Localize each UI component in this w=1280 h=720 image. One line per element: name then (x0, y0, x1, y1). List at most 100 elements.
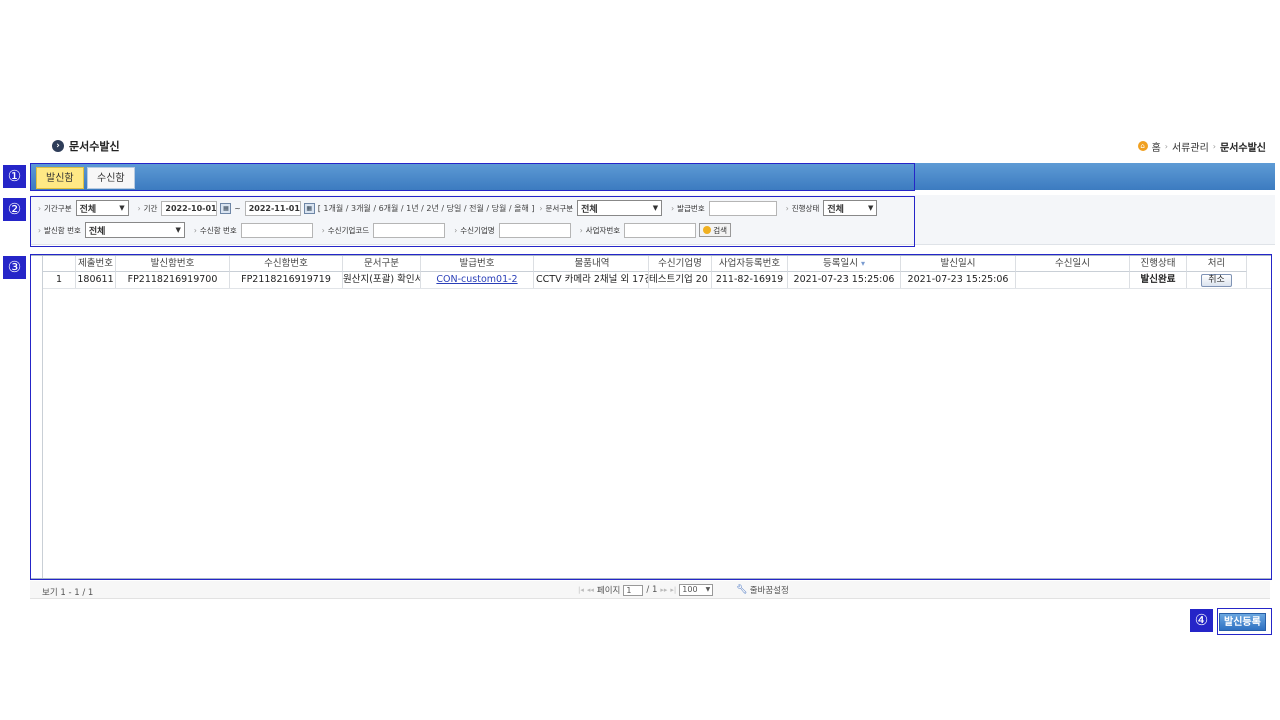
receiver-name-label: 수신기업명 (454, 225, 495, 236)
doc-type-select[interactable]: 전체 ▼ (577, 200, 663, 216)
annotation-marker-4: ④ (1190, 609, 1213, 632)
page-header: › 문서수발신 (52, 138, 120, 154)
sender-box-value: 전체 (88, 226, 106, 237)
last-page-icon[interactable]: ▸| (670, 586, 676, 594)
page-size-value: 100 (682, 585, 698, 594)
column-setting-link[interactable]: 🔧︎ 줄바꿈설정 (736, 584, 789, 596)
chevron-down-icon: ▼ (652, 204, 659, 212)
breadcrumb-section[interactable]: 서류관리 (1172, 139, 1209, 154)
calendar-icon[interactable]: ▦ (303, 202, 315, 214)
grid-header: 제출번호 발신함번호 수신함번호 문서구분 발급번호 물품내역 수신기업명 사업… (43, 256, 1271, 272)
first-page-icon[interactable]: |◂ (578, 586, 584, 594)
issue-no-label: 발급번호 (671, 203, 705, 214)
receiver-code-input[interactable] (373, 222, 446, 238)
annotation-marker-2: ② (3, 198, 26, 221)
col-header-doc-type[interactable]: 문서구분 (343, 256, 421, 272)
home-icon[interactable]: ⌂ (1137, 141, 1148, 151)
cell-received (1016, 272, 1130, 288)
calendar-icon[interactable]: ▦ (220, 202, 232, 214)
status-value: 전체 (827, 204, 844, 215)
sender-box-select[interactable]: 전체 ▼ (84, 222, 185, 238)
register-send-button[interactable]: 발신등록 (1219, 613, 1266, 631)
search-button[interactable]: 검색 (699, 223, 731, 237)
sender-box-label: 발신함 번호 (38, 225, 81, 236)
search-filter-panel: 기간구분 전체▼ 기간 2022-10-01 ▦ ~ 2022-11-01 ▦ … (30, 195, 1275, 245)
period-type-label: 기간구분 (38, 203, 72, 214)
annotation-marker-1: ① (3, 165, 26, 188)
receiver-box-input[interactable] (240, 222, 313, 238)
view-count: 보기 1 - 1 / 1 (42, 588, 94, 598)
receiver-name-input[interactable] (498, 222, 571, 238)
col-header-biz-no[interactable]: 사업자등록번호 (712, 256, 788, 272)
cell-sender-box: FP2118216919700 (116, 272, 230, 288)
biz-no-input[interactable] (624, 222, 697, 238)
col-header-received[interactable]: 수신일시 (1016, 256, 1130, 272)
chevron-down-icon: ▼ (705, 586, 711, 593)
tab-inbox[interactable]: 수신함 (87, 167, 135, 189)
tab-bar: 발신함 수신함 (30, 163, 1275, 190)
date-range-separator: ~ (234, 203, 241, 213)
cell-action: 취소 (1187, 272, 1247, 288)
col-header-receiver-box[interactable]: 수신함번호 (230, 256, 343, 272)
date-to-input[interactable]: 2022-11-01 (244, 200, 301, 216)
page-size-select[interactable]: 100 ▼ (679, 584, 714, 596)
search-button-label: 검색 (713, 225, 727, 235)
cell-doc-type: 원산지(포괄) 확인서 (343, 272, 421, 288)
breadcrumb-separator-icon: › (1212, 141, 1216, 151)
cell-submit-no: 180611 (76, 272, 116, 288)
period-type-select[interactable]: 전체 ▼ (75, 200, 129, 216)
page-total: / 1 (646, 585, 658, 595)
period-label: 기간 (138, 203, 158, 214)
doc-type-label: 문서구분 (540, 203, 574, 214)
cell-rownum: 1 (43, 272, 76, 288)
biz-no-label: 사업자번호 (580, 225, 621, 236)
sort-desc-icon: ▾ (860, 259, 865, 268)
period-type-value: 전체 (79, 204, 97, 215)
col-header-sender-box[interactable]: 발신함번호 (116, 256, 230, 272)
cell-biz-no: 211-82-16919 (712, 272, 788, 288)
breadcrumb-home[interactable]: 홈 (1152, 139, 1161, 154)
breadcrumb-separator-icon: › (1164, 141, 1168, 151)
col-header-status[interactable]: 진행상태 (1130, 256, 1187, 272)
arrow-circle-icon: › (52, 140, 64, 152)
col-header-rownum (43, 256, 76, 272)
col-header-issue-no[interactable]: 발급번호 (421, 256, 534, 272)
col-header-receiver-name[interactable]: 수신기업명 (649, 256, 712, 272)
issue-no-input[interactable] (708, 200, 777, 216)
cancel-button[interactable]: 취소 (1201, 274, 1232, 287)
doc-type-value: 전체 (581, 204, 598, 215)
page-title: 문서수발신 (69, 140, 120, 153)
receiver-code-label: 수신기업코드 (322, 225, 369, 236)
cell-status: 발신완료 (1130, 272, 1187, 288)
prev-page-icon[interactable]: ◂◂ (587, 586, 594, 594)
pagination: |◂ ◂◂ 페이지 1 / 1 ▸▸ ▸| 100 ▼ 🔧︎ 줄바꿈설정 (578, 584, 789, 596)
page-input[interactable]: 1 (623, 584, 644, 596)
filter-row-2: 발신함 번호 전체 ▼ 수신함 번호 수신기업코드 수신기업명 사업자번호 검색 (38, 222, 731, 238)
col-header-registered-label: 등록일시 (822, 258, 858, 269)
tab-outbox[interactable]: 발신함 (36, 167, 84, 189)
chevron-down-icon: ▼ (867, 204, 874, 212)
date-from-input[interactable]: 2022-10-01 (161, 200, 218, 216)
status-select[interactable]: 전체 ▼ (823, 200, 878, 216)
cell-items: CCTV 카메라 2채널 외 17건 (534, 272, 649, 288)
issue-no-link[interactable]: CON-custom01-2 (436, 274, 517, 285)
annotation-marker-3: ③ (3, 256, 26, 279)
next-page-icon[interactable]: ▸▸ (660, 586, 667, 594)
grid-body: 제출번호 발신함번호 수신함번호 문서구분 발급번호 물품내역 수신기업명 사업… (42, 256, 1271, 578)
wrench-icon: 🔧︎ (736, 585, 748, 595)
col-header-sent[interactable]: 발신일시 (901, 256, 1016, 272)
col-header-registered[interactable]: 등록일시 ▾ (788, 256, 901, 272)
quick-period-links[interactable]: [ 1개월 / 3개월 / 6개월 / 1년 / 2년 / 당일 / 전월 / … (318, 203, 535, 214)
breadcrumb: ⌂ 홈 › 서류관리 › 문서수발신 (1137, 139, 1266, 154)
col-header-submit-no[interactable]: 제출번호 (76, 256, 116, 272)
breadcrumb-current: 문서수발신 (1220, 142, 1266, 154)
cell-receiver-box: FP2118216919719 (230, 272, 343, 288)
col-header-items[interactable]: 물품내역 (534, 256, 649, 272)
table-row[interactable]: 1 180611 FP2118216919700 FP2118216919719… (43, 272, 1271, 289)
column-setting-label: 줄바꿈설정 (749, 586, 789, 596)
filter-row-1: 기간구분 전체▼ 기간 2022-10-01 ▦ ~ 2022-11-01 ▦ … (38, 200, 886, 216)
page-label: 페이지 (596, 586, 621, 596)
status-label: 진행상태 (786, 203, 820, 214)
cell-sent: 2021-07-23 15:25:06 (901, 272, 1016, 288)
search-icon (703, 226, 712, 234)
